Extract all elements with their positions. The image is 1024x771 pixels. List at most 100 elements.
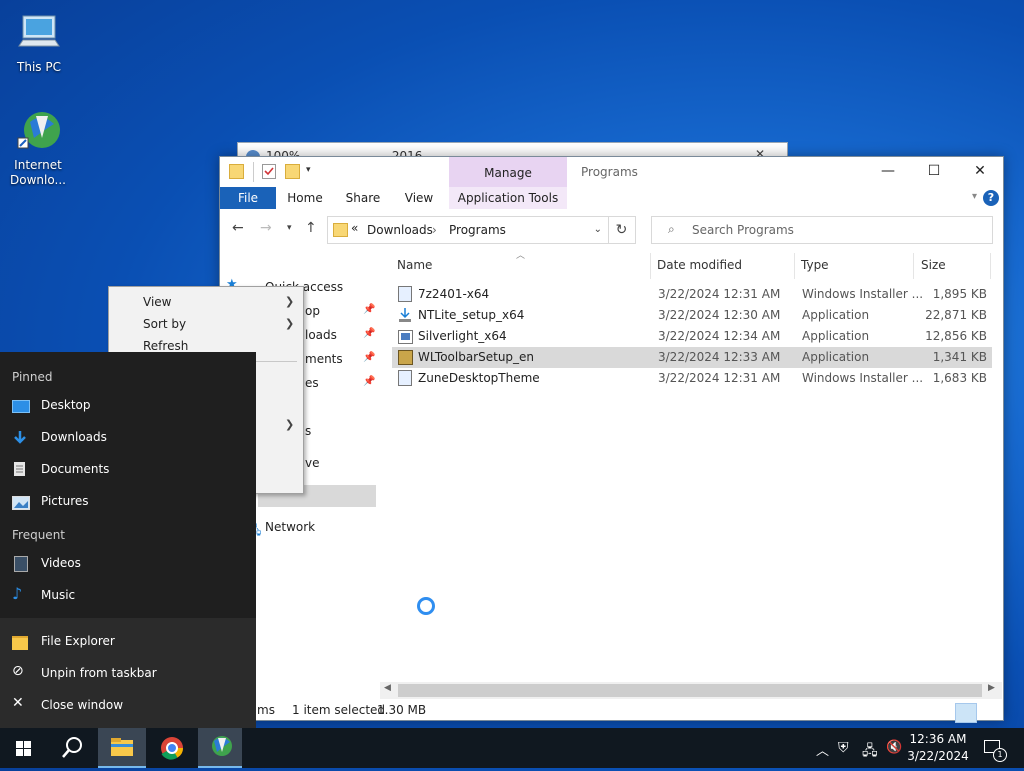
nav-desktop[interactable]: op (305, 304, 320, 318)
close-icon: ✕ (12, 695, 24, 711)
file-date: 3/22/2024 12:31 AM (658, 371, 781, 385)
context-menu-view[interactable]: View (143, 295, 171, 309)
file-list: ︿ Name Date modified Type Size 7z2401-x6… (392, 249, 992, 679)
table-row[interactable]: Silverlight_x64 3/22/2024 12:34 AM Appli… (392, 326, 992, 347)
nav-item[interactable]: ve (305, 456, 319, 470)
start-button[interactable] (0, 728, 48, 768)
large-icons-view-button[interactable] (979, 703, 1001, 723)
search-button[interactable] (48, 728, 96, 768)
address-dropdown-icon[interactable]: ⌄ (594, 224, 602, 235)
jump-list-action-unpin[interactable]: ⊘ Unpin from taskbar (0, 658, 256, 690)
nav-pictures[interactable]: es (305, 376, 319, 390)
taskbar-chrome[interactable] (148, 728, 196, 768)
tab-file[interactable]: File (220, 187, 276, 209)
jump-list-item-downloads[interactable]: Downloads (0, 422, 256, 454)
clock-time: 12:36 AM (909, 732, 967, 746)
maximize-button[interactable]: ☐ (911, 157, 957, 187)
scroll-left-icon[interactable]: ◀ (384, 683, 391, 693)
breadcrumb-downloads[interactable]: Downloads (367, 223, 433, 237)
scrollbar-thumb[interactable] (398, 684, 982, 697)
search-box[interactable]: ⌕ Search Programs (651, 216, 993, 244)
tab-home[interactable]: Home (282, 187, 328, 209)
file-type: Windows Installer ... (802, 287, 924, 301)
file-type: Application (802, 350, 870, 364)
submenu-arrow-icon: ❯ (285, 317, 295, 330)
clock[interactable]: 12:36 AM 3/22/2024 (906, 731, 970, 765)
nav-network[interactable]: Network (265, 520, 315, 534)
busy-cursor-icon (417, 597, 435, 615)
up-arrow-icon[interactable]: ↑ (305, 220, 317, 236)
installer-icon (398, 286, 412, 302)
nav-documents[interactable]: ments (305, 352, 343, 366)
scroll-right-icon[interactable]: ▶ (988, 683, 995, 693)
jump-list-action-close-window[interactable]: ✕ Close window (0, 690, 256, 722)
desktop-icon (12, 400, 30, 413)
tab-share[interactable]: Share (338, 187, 388, 209)
jump-list-actions: File Explorer ⊘ Unpin from taskbar ✕ Clo… (0, 618, 256, 728)
security-shield-icon[interactable]: ⛨ (838, 740, 849, 756)
minimize-button[interactable]: — (865, 157, 911, 187)
chrome-icon (161, 737, 183, 760)
tab-application-tools[interactable]: Application Tools (449, 187, 567, 209)
table-row[interactable]: ZuneDesktopTheme 3/22/2024 12:31 AM Wind… (392, 368, 992, 389)
desktop-icon-this-pc[interactable]: This PC (1, 10, 77, 75)
taskbar-internet-download-manager[interactable] (198, 728, 242, 768)
network-status-icon[interactable]: 🖧 (862, 740, 878, 764)
context-menu-refresh[interactable]: Refresh (143, 339, 188, 353)
column-header-type[interactable]: Type (801, 258, 829, 272)
jump-list-item-documents[interactable]: Documents (0, 454, 256, 486)
address-overflow[interactable]: « (351, 221, 358, 235)
search-input[interactable]: Search Programs (692, 223, 794, 237)
jump-list-action-file-explorer[interactable]: File Explorer (0, 626, 256, 658)
horizontal-scrollbar[interactable]: ◀ ▶ (380, 682, 1002, 699)
table-row-selected[interactable]: WLToolbarSetup_en 3/22/2024 12:33 AM App… (392, 347, 992, 368)
jump-list-item-pictures[interactable]: Pictures (0, 486, 256, 518)
quick-access-dropdown-icon[interactable]: ▾ (306, 165, 311, 175)
context-menu-sort-by[interactable]: Sort by (143, 317, 186, 331)
pin-icon: 📌 (363, 304, 376, 315)
breadcrumb-programs[interactable]: Programs (449, 223, 506, 237)
file-explorer-window[interactable]: ▾ Manage Programs — ☐ ✕ File Home Share … (219, 156, 1004, 723)
download-setup-icon (397, 307, 413, 323)
details-view-button[interactable] (955, 703, 977, 723)
file-type: Application (802, 308, 870, 322)
show-hidden-icons-icon[interactable]: ︿ (816, 740, 829, 759)
properties-icon[interactable] (262, 164, 276, 179)
nav-item[interactable]: s (305, 424, 311, 438)
column-header-name[interactable]: Name (397, 258, 432, 272)
recent-locations-icon[interactable]: ▾ (287, 223, 292, 233)
volume-muted-icon[interactable]: 🔇 (886, 740, 902, 755)
selection-size: 1.30 MB (377, 703, 427, 717)
forward-arrow-icon[interactable]: → (260, 220, 272, 236)
desktop-icon-internet-download-manager[interactable]: Internet Downlo... (0, 108, 76, 188)
file-type: Windows Installer ... (802, 371, 924, 385)
tab-manage[interactable]: Manage (449, 157, 567, 187)
picture-icon (12, 496, 30, 510)
column-header-date[interactable]: Date modified (657, 258, 742, 272)
back-arrow-icon[interactable]: ← (232, 220, 244, 236)
taskbar-file-explorer[interactable] (98, 728, 146, 768)
table-row[interactable]: NTLite_setup_x64 3/22/2024 12:30 AM Appl… (392, 305, 992, 326)
submenu-arrow-icon: ❯ (285, 295, 295, 308)
ribbon-tabs: File Home Share View Application Tools ▾… (220, 187, 1003, 210)
address-bar[interactable]: « Downloads › Programs ⌄ (327, 216, 609, 244)
new-folder-icon[interactable] (285, 164, 300, 179)
refresh-button[interactable]: ↻ (608, 216, 636, 244)
idm-globe-icon (14, 108, 62, 156)
nav-downloads[interactable]: loads (305, 328, 337, 342)
window-title: Programs (581, 165, 638, 179)
table-row[interactable]: 7z2401-x64 3/22/2024 12:31 AM Windows In… (392, 284, 992, 305)
tab-view[interactable]: View (398, 187, 440, 209)
jump-list-item-music[interactable]: ♪ Music (0, 580, 256, 612)
jump-list-item-videos[interactable]: Videos (0, 548, 256, 580)
column-header-size[interactable]: Size (921, 258, 946, 272)
jump-list-item-desktop[interactable]: Desktop (0, 390, 256, 422)
search-icon (62, 737, 82, 758)
close-button[interactable]: ✕ (957, 157, 1003, 187)
film-icon (14, 556, 28, 572)
expand-ribbon-icon[interactable]: ▾ (972, 191, 977, 202)
help-icon[interactable]: ? (983, 190, 999, 206)
pin-icon: 📌 (363, 376, 376, 387)
windows-logo-icon (16, 741, 31, 756)
title-bar[interactable]: ▾ Manage Programs — ☐ ✕ (220, 157, 1003, 187)
